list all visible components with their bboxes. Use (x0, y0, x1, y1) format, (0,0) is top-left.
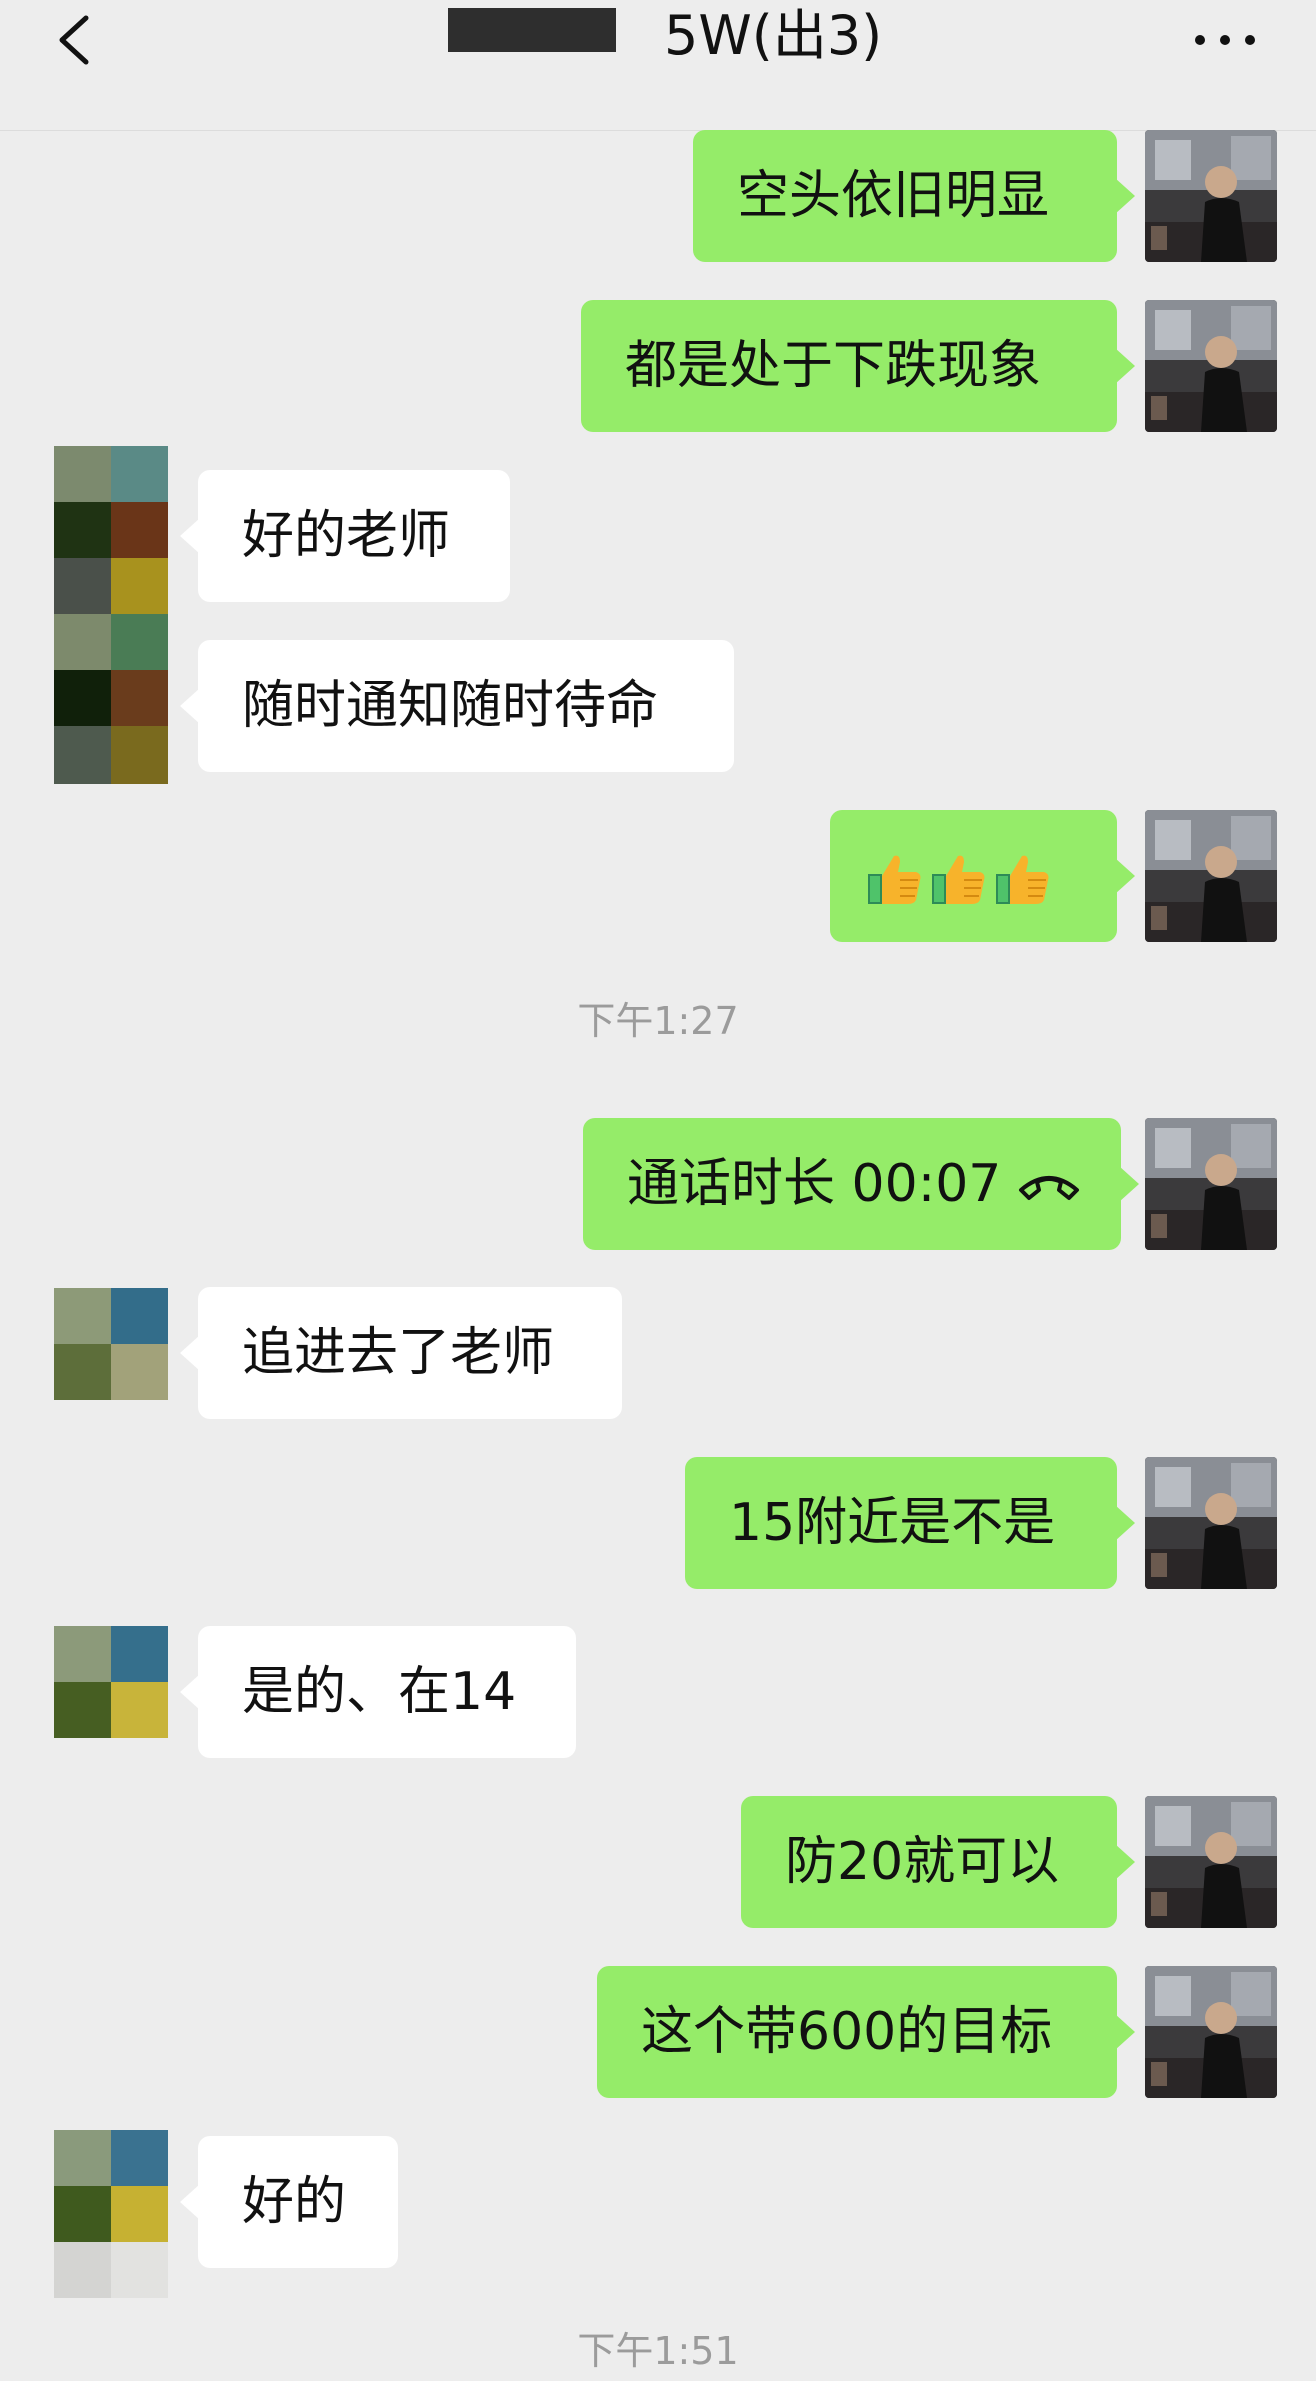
message-text: 好的 (242, 2172, 347, 2232)
redacted-title-block (448, 8, 616, 52)
thumbs-up-icon (932, 855, 985, 904)
message-text: 通话时长 00:07 (627, 1154, 1002, 1214)
message-bubble[interactable]: 随时通知随时待命 (180, 640, 734, 772)
avatar[interactable] (54, 2130, 168, 2298)
message-bubble[interactable]: 空头依旧明显 (693, 130, 1135, 262)
message-text: 好的老师 (242, 506, 451, 566)
message-text: 这个带600的目标 (641, 2002, 1053, 2062)
timestamp: 下午1:51 (577, 2329, 739, 2373)
message-bubble[interactable]: 好的 (180, 2136, 398, 2268)
phone-hangup-icon (1019, 1176, 1079, 1200)
avatar[interactable] (1145, 130, 1277, 262)
message-bubble[interactable]: 是的、在14 (180, 1626, 576, 1758)
timestamp: 下午1:27 (577, 999, 739, 1043)
avatar[interactable] (1145, 810, 1277, 942)
avatar[interactable] (54, 446, 168, 784)
message-bubble[interactable]: 追进去了老师 (180, 1287, 622, 1419)
message-text: 空头依旧明显 (737, 166, 1050, 226)
avatar[interactable] (54, 1626, 168, 1738)
thumbs-up-icon (868, 855, 921, 904)
avatar[interactable] (1145, 1457, 1277, 1589)
message-text: 随时通知随时待命 (242, 676, 659, 736)
chevron-left-icon[interactable] (48, 10, 108, 70)
message-bubble[interactable]: 这个带600的目标 (597, 1966, 1135, 2098)
chat-title: 5W(出3) (664, 4, 883, 67)
avatar[interactable] (1145, 300, 1277, 432)
message-bubble[interactable]: 好的老师 (180, 470, 510, 602)
message-bubble[interactable]: 都是处于下跌现象 (581, 300, 1135, 432)
message-text: 防20就可以 (785, 1832, 1060, 1892)
avatar[interactable] (1145, 1796, 1277, 1928)
message-text: 15附近是不是 (729, 1493, 1056, 1553)
message-bubble[interactable]: 15附近是不是 (685, 1457, 1135, 1589)
message-text: 是的、在14 (242, 1662, 517, 1722)
avatar[interactable] (1145, 1118, 1277, 1250)
message-text: 追进去了老师 (242, 1323, 555, 1383)
message-bubble[interactable] (830, 810, 1135, 942)
thumbs-up-icon (996, 855, 1049, 904)
chat-header: 5W(出3) (0, 0, 1316, 131)
emoji-row (866, 850, 1052, 908)
avatar[interactable] (54, 1288, 168, 1400)
avatar[interactable] (1145, 1966, 1277, 2098)
more-icon[interactable] (1190, 20, 1260, 60)
message-text: 都是处于下跌现象 (625, 336, 1042, 396)
call-bubble[interactable]: 通话时长 00:07 (583, 1118, 1139, 1250)
message-bubble[interactable]: 防20就可以 (741, 1796, 1135, 1928)
